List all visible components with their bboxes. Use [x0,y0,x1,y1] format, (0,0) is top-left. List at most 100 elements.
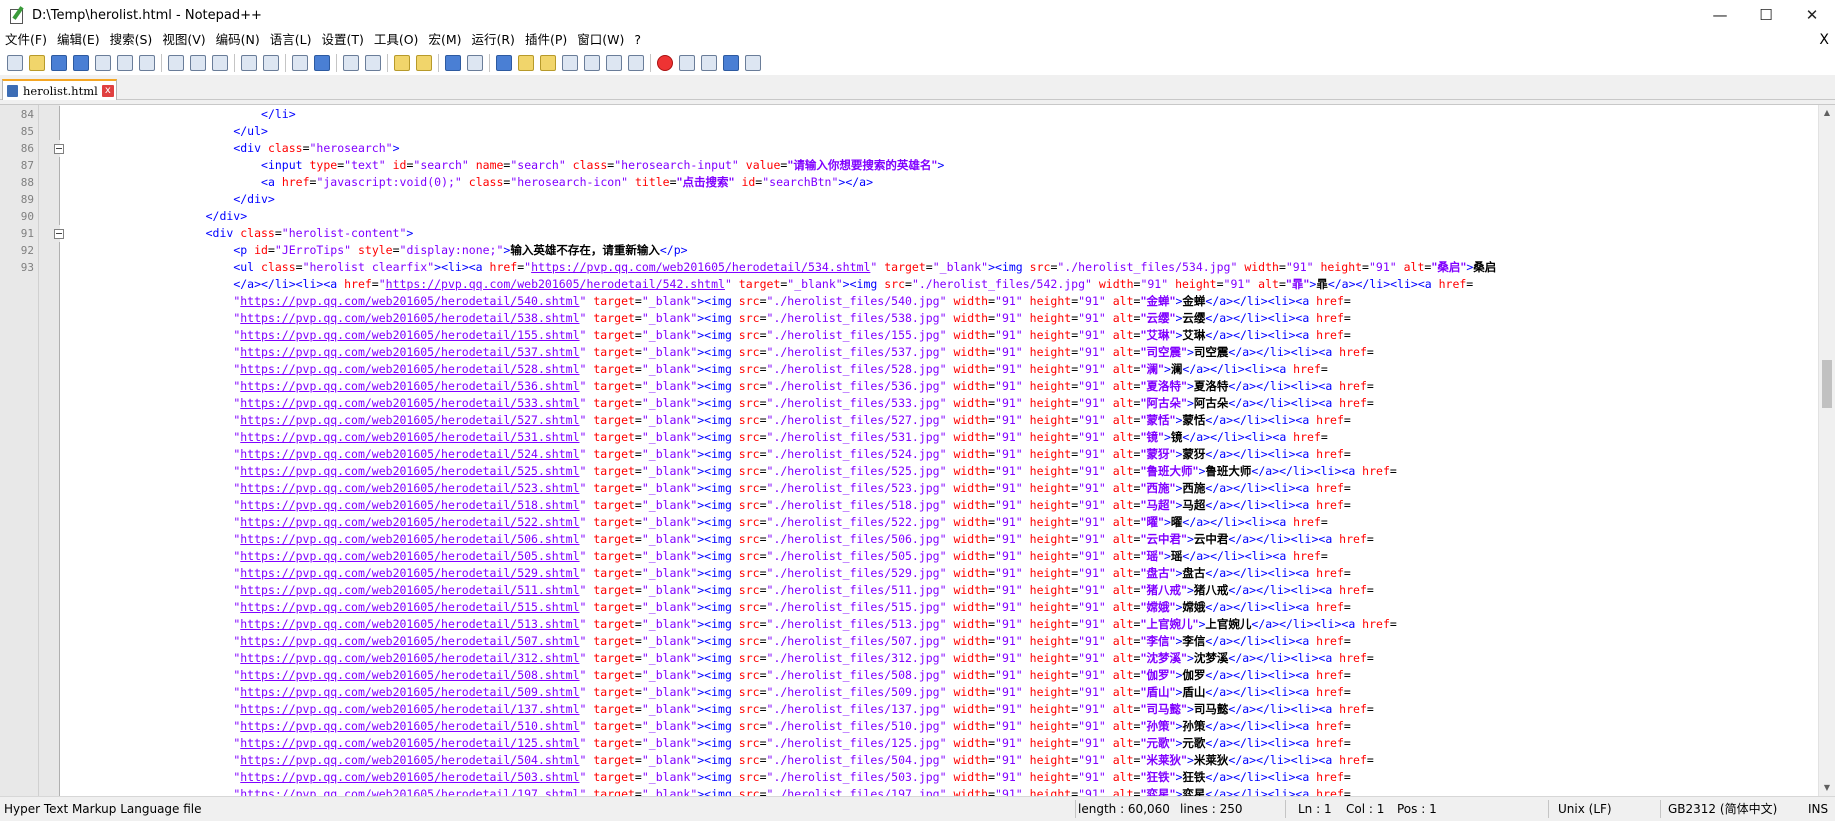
stop-macro-icon[interactable] [679,54,695,71]
udl-icon[interactable] [518,54,534,71]
code-token[interactable]: https://pvp.qq.com/web201605/herodetail/… [240,685,579,699]
code-token[interactable]: https://pvp.qq.com/web201605/herodetail/… [240,787,579,796]
code-token[interactable]: https://pvp.qq.com/web201605/herodetail/… [240,617,579,631]
menu-macro[interactable]: 宏(M) [423,30,466,50]
code-token[interactable]: https://pvp.qq.com/web201605/herodetail/… [240,600,579,614]
zoom-in-icon[interactable] [343,54,359,71]
hero-entry-line[interactable]: "https://pvp.qq.com/web201605/herodetail… [0,548,1815,565]
maximize-button[interactable]: ☐ [1743,0,1789,30]
find-icon[interactable] [292,54,308,71]
tab-herolist[interactable]: herolist.html x [2,79,117,100]
hero-entry-line[interactable]: "https://pvp.qq.com/web201605/herodetail… [0,429,1815,446]
hero-entry-line[interactable]: "https://pvp.qq.com/web201605/herodetail… [0,531,1815,548]
code-line[interactable]: 89 </div> [0,191,1815,208]
code-token[interactable]: https://pvp.qq.com/web201605/herodetail/… [240,430,579,444]
code-token[interactable]: https://pvp.qq.com/web201605/herodetail/… [240,379,579,393]
open-file-icon[interactable] [29,54,45,71]
monitoring-icon[interactable] [606,54,622,71]
scroll-down-icon[interactable]: ▼ [1819,780,1835,796]
hero-entry-line[interactable]: "https://pvp.qq.com/web201605/herodetail… [0,582,1815,599]
print-icon[interactable] [139,54,155,71]
fold-toggle-icon[interactable] [54,144,64,154]
menu-run[interactable]: 运行(R) [466,30,519,50]
code-token[interactable]: https://pvp.qq.com/web201605/herodetail/… [240,770,579,784]
code-line[interactable]: 84 </li> [0,106,1815,123]
editor-area[interactable]: 84 </li> 85 </ul> 86 <div class="herosearch">… [0,104,1835,796]
hero-entry-line[interactable]: "https://pvp.qq.com/web201605/herodetail… [0,463,1815,480]
menu-settings[interactable]: 设置(T) [316,30,368,50]
hero-entry-line[interactable]: "https://pvp.qq.com/web201605/herodetail… [0,344,1815,361]
code-view[interactable]: 84 </li> 85 </ul> 86 <div class="herosearch">… [0,106,1815,796]
close-all-icon[interactable] [117,54,133,71]
status-insert-mode[interactable]: INS [1808,797,1828,821]
code-line[interactable]: 87 <input type="text" id="search" name="s… [0,157,1815,174]
hero-entry-line[interactable]: "https://pvp.qq.com/web201605/herodetail… [0,735,1815,752]
code-token[interactable]: https://pvp.qq.com/web201605/herodetail/… [240,464,579,478]
zoom-out-icon[interactable] [365,54,381,71]
code-token[interactable]: https://pvp.qq.com/web201605/herodetail/… [240,481,579,495]
menu-view[interactable]: 视图(V) [157,30,210,50]
code-token[interactable]: https://pvp.qq.com/web201605/herodetail/… [240,345,579,359]
minimize-button[interactable]: — [1697,0,1743,30]
hero-entry-line[interactable]: "https://pvp.qq.com/web201605/herodetail… [0,514,1815,531]
hero-entry-line[interactable]: "https://pvp.qq.com/web201605/herodetail… [0,718,1815,735]
hero-entry-line[interactable]: "https://pvp.qq.com/web201605/herodetail… [0,769,1815,786]
function-list-icon[interactable] [562,54,578,71]
save-all-icon[interactable] [73,54,89,71]
code-token[interactable]: https://pvp.qq.com/web201605/herodetail/… [240,328,579,342]
code-token[interactable]: https://pvp.qq.com/web201605/herodetail/… [386,277,725,291]
hero-entry-line[interactable]: "https://pvp.qq.com/web201605/herodetail… [0,650,1815,667]
code-token[interactable]: https://pvp.qq.com/web201605/herodetail/… [240,583,579,597]
code-token[interactable]: https://pvp.qq.com/web201605/herodetail/… [240,668,579,682]
code-line[interactable]: 92 <p id="JErroTips" style="display:none;… [0,242,1815,259]
code-token[interactable]: https://pvp.qq.com/web201605/herodetail/… [240,515,579,529]
status-encoding[interactable]: GB2312 (简体中文) [1668,797,1777,821]
copy-icon[interactable] [190,54,206,71]
code-token[interactable]: https://pvp.qq.com/web201605/herodetail/… [240,294,579,308]
menu-plugins[interactable]: 插件(P) [520,30,572,50]
paste-icon[interactable] [212,54,228,71]
vertical-scrollbar[interactable]: ▲ ▼ [1818,105,1835,796]
save-icon[interactable] [51,54,67,71]
code-line[interactable]: 88 <a href="javascript:void(0);" class="h… [0,174,1815,191]
code-line[interactable]: 91 <div class="herolist-content"> [0,225,1815,242]
hero-entry-line[interactable]: "https://pvp.qq.com/web201605/herodetail… [0,667,1815,684]
menu-window[interactable]: 窗口(W) [572,30,629,50]
code-line[interactable]: 93 <ul class="herolist clearfix"><li><a h… [0,259,1815,276]
code-token[interactable]: https://pvp.qq.com/web201605/herodetail/… [240,396,579,410]
undo-icon[interactable] [241,54,257,71]
code-token[interactable]: https://pvp.qq.com/web201605/herodetail/… [240,498,579,512]
code-token[interactable]: https://pvp.qq.com/web201605/herodetail/… [240,719,579,733]
hero-entry-line[interactable]: "https://pvp.qq.com/web201605/herodetail… [0,599,1815,616]
record-macro-icon[interactable] [657,54,673,71]
menu-file[interactable]: 文件(F) [0,30,52,50]
fold-toggle-icon[interactable] [54,229,64,239]
sync-h-icon[interactable] [416,54,432,71]
hero-entry-line[interactable]: "https://pvp.qq.com/web201605/herodetail… [0,310,1815,327]
code-token[interactable]: https://pvp.qq.com/web201605/herodetail/… [240,549,579,563]
menu-edit[interactable]: 编辑(E) [52,30,105,50]
close-window-button[interactable]: ✕ [1789,0,1835,30]
play-macro-icon[interactable] [701,54,717,71]
menu-search[interactable]: 搜索(S) [105,30,158,50]
menu-tools[interactable]: 工具(O) [369,30,424,50]
code-token[interactable]: https://pvp.qq.com/web201605/herodetail/… [531,260,870,274]
hero-entry-line[interactable]: "https://pvp.qq.com/web201605/herodetail… [0,616,1815,633]
code-token[interactable]: https://pvp.qq.com/web201605/herodetail/… [240,702,579,716]
cut-icon[interactable] [168,54,184,71]
hero-entry-line[interactable]: "https://pvp.qq.com/web201605/herodetail… [0,497,1815,514]
hero-entry-line[interactable]: "https://pvp.qq.com/web201605/herodetail… [0,412,1815,429]
code-token[interactable]: https://pvp.qq.com/web201605/herodetail/… [240,362,579,376]
run-multiple-macro-icon[interactable] [723,54,739,71]
status-eol[interactable]: Unix (LF) [1558,797,1612,821]
redo-icon[interactable] [263,54,279,71]
code-line[interactable]: 90 </div> [0,208,1815,225]
hero-entry-line[interactable]: "https://pvp.qq.com/web201605/herodetail… [0,684,1815,701]
code-token[interactable]: https://pvp.qq.com/web201605/herodetail/… [240,566,579,580]
hero-entry-line[interactable]: "https://pvp.qq.com/web201605/herodetail… [0,752,1815,769]
hero-entry-line[interactable]: "https://pvp.qq.com/web201605/herodetail… [0,633,1815,650]
scrollbar-thumb[interactable] [1822,360,1832,408]
code-line[interactable]: 85 </ul> [0,123,1815,140]
hero-entry-line[interactable]: "https://pvp.qq.com/web201605/herodetail… [0,480,1815,497]
menu-encoding[interactable]: 编码(N) [211,30,265,50]
